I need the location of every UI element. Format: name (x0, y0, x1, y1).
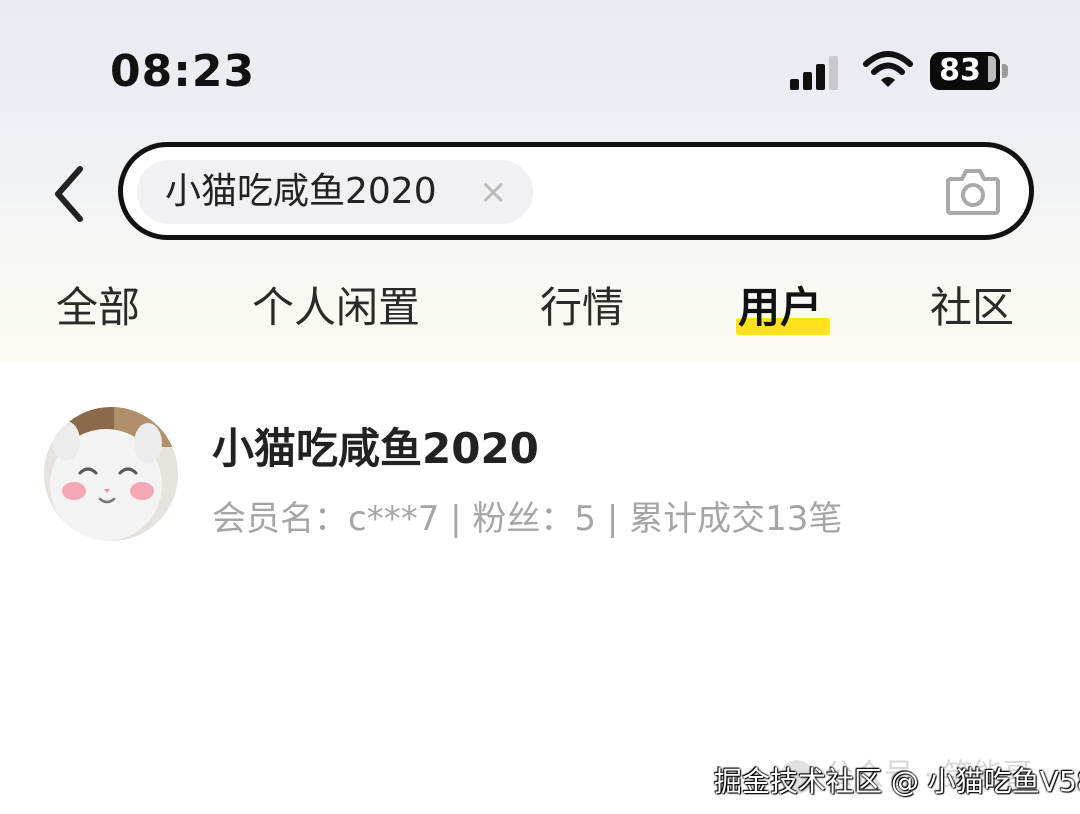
battery-level: 83 (939, 53, 981, 88)
category-tabs: 全部 个人闲置 行情 用户 社区 (0, 270, 1080, 350)
search-query-chip[interactable]: 小猫吃咸鱼2020 × (137, 160, 533, 224)
search-bar[interactable]: 小猫吃咸鱼2020 × (118, 142, 1034, 240)
camera-icon[interactable] (945, 165, 1001, 217)
tab-users[interactable]: 用户 (738, 270, 822, 350)
clear-icon[interactable]: × (479, 160, 508, 224)
search-query-text: 小猫吃咸鱼2020 (165, 171, 437, 212)
tab-community[interactable]: 社区 (930, 270, 1014, 350)
status-bar: 08:23 83 (0, 0, 1080, 130)
tab-personal-items[interactable]: 个人闲置 (252, 270, 420, 350)
user-meta: 会员名：c***7 | 粉丝：5 | 累计成交13笔 (212, 499, 843, 539)
avatar[interactable] (44, 407, 178, 541)
tab-all[interactable]: 全部 (56, 270, 140, 350)
wifi-icon (863, 51, 913, 87)
back-arrow-icon (55, 166, 83, 222)
cellular-signal-icon (790, 56, 838, 90)
user-name[interactable]: 小猫吃咸鱼2020 (212, 415, 539, 476)
status-time: 08:23 (110, 46, 256, 97)
user-result-item[interactable]: 小猫吃咸鱼2020 会员名：c***7 | 粉丝：5 | 累计成交13笔 (0, 395, 1080, 555)
battery-icon: 83 (930, 52, 1010, 92)
back-button[interactable] (44, 160, 94, 228)
source-watermark: 掘金技术社区 @ 小猫吃鱼V587 (714, 765, 1080, 798)
tab-market[interactable]: 行情 (540, 270, 624, 350)
